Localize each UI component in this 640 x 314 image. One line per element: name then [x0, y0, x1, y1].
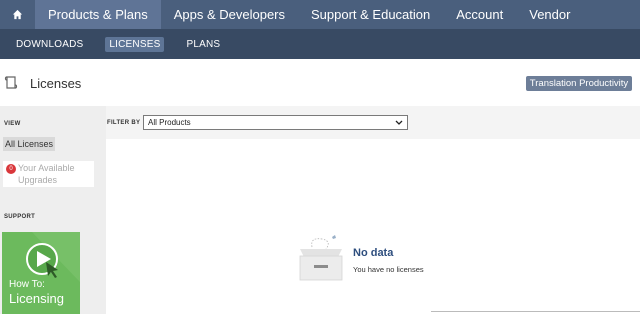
subnav-licenses[interactable]: LICENSES	[105, 36, 165, 52]
support-label: SUPPORT	[4, 214, 36, 220]
top-nav: Products & Plans Apps & Developers Suppo…	[0, 0, 640, 29]
page-header: Licenses Translation Productivity	[0, 59, 640, 106]
howto-licensing-video[interactable]: How To: Licensing	[2, 232, 80, 314]
howto-line2: Licensing	[9, 291, 64, 306]
page-title: Licenses	[30, 76, 82, 91]
nav-support-education[interactable]: Support & Education	[298, 0, 443, 29]
nav-account[interactable]: Account	[443, 0, 516, 29]
nav-products-plans[interactable]: Products & Plans	[35, 0, 161, 29]
subnav-downloads[interactable]: DOWNLOADS	[12, 37, 87, 52]
no-data-subtitle: You have no licenses	[353, 265, 424, 274]
available-upgrades-item[interactable]: 0 Your Available Upgrades	[3, 161, 94, 187]
subnav-plans[interactable]: PLANS	[182, 37, 224, 52]
home-icon	[12, 9, 23, 20]
howto-line1: How To:	[9, 279, 45, 290]
divider	[431, 311, 640, 312]
empty-box-icon	[299, 235, 343, 281]
filter-by-label: FILTER BY	[107, 120, 141, 126]
no-data-title: No data	[353, 247, 394, 259]
all-licenses-link[interactable]: All Licenses	[3, 137, 56, 151]
home-button[interactable]	[0, 0, 35, 29]
certificate-icon	[4, 76, 18, 89]
view-label: VIEW	[4, 121, 21, 127]
sub-nav: DOWNLOADS LICENSES PLANS	[0, 29, 640, 59]
upgrades-label: Your Available Upgrades	[18, 163, 75, 185]
upgrades-count-badge: 0	[6, 164, 16, 174]
chevron-down-icon	[395, 120, 403, 125]
translation-productivity-button[interactable]: Translation Productivity	[526, 76, 632, 91]
licenses-results	[106, 139, 640, 314]
product-filter-value: All Products	[148, 118, 191, 127]
sidebar: VIEW All Licenses 0 Your Available Upgra…	[0, 106, 106, 314]
product-filter-select[interactable]: All Products	[143, 115, 408, 130]
nav-apps-developers[interactable]: Apps & Developers	[161, 0, 298, 29]
nav-vendor[interactable]: Vendor	[516, 0, 583, 29]
